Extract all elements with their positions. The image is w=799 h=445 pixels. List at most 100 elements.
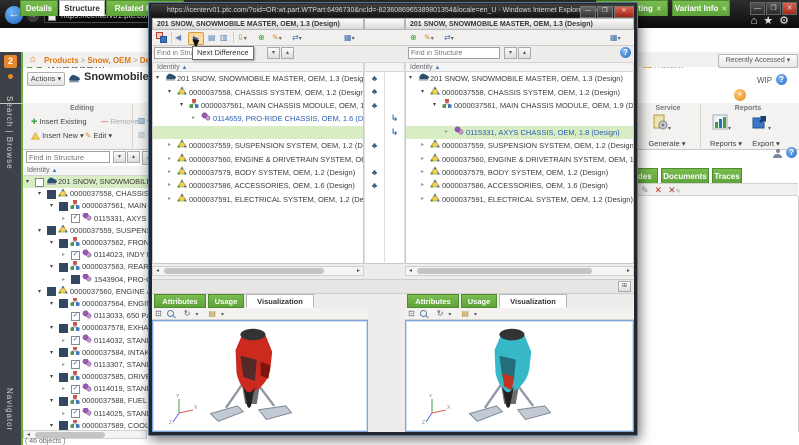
zoom-icon[interactable] [419,309,432,318]
tab-usage[interactable]: Usage [461,294,497,308]
checkbox[interactable]: ✓ [71,250,80,260]
tab-variant-info[interactable]: Variant Info ✕ [672,0,730,16]
expand-icon[interactable]: ▸ [421,193,430,206]
expand-icon[interactable]: ▾ [50,298,59,310]
checkbox[interactable]: ✓ [71,384,80,394]
navigator-badge[interactable]: 2 [4,55,17,68]
tab-visualization[interactable]: Visualization [499,294,567,308]
expand-icon[interactable]: ▸ [421,166,430,179]
tree-row[interactable]: ▸ 0000037579, BODY SYSTEM, OEM, 1.2 (Desi… [153,166,363,179]
find-previous-button[interactable]: ▴ [127,151,140,163]
tab-details[interactable]: Details [20,0,58,16]
compare-structures-icon[interactable] [156,32,167,43]
checkbox[interactable] [59,201,68,211]
find-next-button[interactable]: ▾ [504,47,517,59]
breadcrumb-link[interactable]: Products [44,56,79,65]
insert-part-button[interactable]: ⊕ [258,32,265,43]
edit-part-button[interactable]: ✎▾ [272,32,282,43]
tree-row[interactable]: ▸ 0000037560, ENGINE & DRIVETRAIN SYSTEM,… [406,152,633,165]
expand-icon[interactable]: ▾ [50,237,59,249]
delete-icon[interactable]: ✕ [655,185,663,195]
tree-row[interactable]: ▸ 0000037560, ENGINE & DRIVETRAIN SYSTEM,… [153,152,363,165]
expand-icon[interactable]: ▸ [168,153,177,166]
find-in-structure-input[interactable] [26,151,110,163]
image-options-icon[interactable]: ▤ ▾ [461,309,482,318]
export-list-button[interactable]: ⇩▾ [237,32,247,43]
tab-attributes[interactable]: Attributes [154,294,206,308]
expand-icon[interactable]: ▸ [62,274,71,286]
expand-icon[interactable]: ▸ [62,359,71,371]
expand-icon[interactable]: ▾ [409,72,418,85]
edit-part-button[interactable]: ✎▾ [424,32,434,43]
expand-icon[interactable]: ▸ [168,166,177,179]
expand-icon[interactable]: ▸ [62,383,71,395]
right-find-in-structure-input[interactable] [408,47,500,59]
tree-row[interactable]: ▾ 0000037558, CHASSIS SYSTEM, OEM, 1.2 (D… [406,85,633,98]
expand-icon[interactable]: ▾ [26,176,35,188]
expand-icon[interactable]: ▾ [38,286,47,298]
add-tab-button[interactable]: + [734,89,746,101]
scroll-right-icon[interactable]: ▸ [354,267,363,275]
checkbox[interactable] [59,348,68,358]
scroll-thumb[interactable] [164,268,324,274]
favorites-star-icon[interactable]: ★ [763,15,779,27]
expand-icon[interactable]: ▸ [168,179,177,192]
replace-part-button[interactable]: ⇄▾ [444,32,454,43]
generate-icon[interactable]: ▾ [652,114,671,132]
tree-row[interactable]: ▸ 0000037579, BODY SYSTEM, OEM, 1.2 (Desi… [406,166,633,179]
swap-pane-icon[interactable]: ▥ [220,32,228,43]
scroll-left-icon[interactable]: ◂ [153,267,162,275]
checkbox[interactable] [47,287,56,297]
expand-icon[interactable]: ▸ [421,153,430,166]
expand-icon[interactable]: ▸ [62,249,71,261]
tree-row[interactable] [153,125,363,139]
insert-part-button[interactable]: ⊕ [410,32,417,43]
expand-icon[interactable]: ▸ [421,139,430,152]
expand-icon[interactable]: ▾ [168,86,177,99]
breadcrumb-link[interactable]: Snow, OEM [87,56,131,65]
spin-icon[interactable]: ↻ ▾ [437,309,457,318]
export-icon[interactable]: ▾ [752,114,771,132]
popup-title[interactable]: https://icenterv01.ptc.com/?oid=OR:wt.pa… [151,4,635,17]
find-previous-button[interactable]: ▴ [518,47,531,59]
checkbox[interactable]: ✓ [71,409,80,419]
tree-column-header[interactable]: Identity ▲ [152,62,364,72]
checkbox[interactable]: ✓ [71,360,80,370]
home-icon[interactable]: ⌂ [30,54,36,65]
tree-row[interactable]: ▾ 201 SNOW, SNOWMOBILE MASTER, OEM, 1.3 (… [406,72,633,85]
scroll-right-icon[interactable]: ▸ [624,267,633,275]
generate-button[interactable]: Generate ▾ [636,139,698,148]
tree-row[interactable]: ▸ 0000037586, ACCESSORIES, OEM, 1.6 (Desi… [153,179,363,192]
edit-icon[interactable]: ✎ [641,185,649,195]
edit-button[interactable]: ✎ Edit ▾ [85,131,112,140]
expand-icon[interactable]: ▾ [50,261,59,273]
expand-icon[interactable]: ▾ [38,225,47,237]
find-next-button[interactable]: ▾ [113,151,126,163]
3d-viewport-left[interactable]: Y X Z [152,320,368,432]
horizontal-scrollbar[interactable]: ◂ ▸ [152,266,364,276]
close-tab-icon[interactable]: ✕ [718,6,727,13]
expand-icon[interactable]: ▸ [168,139,177,152]
left-view-columns-button[interactable]: ▦▾ [344,32,355,43]
popup-maximize-button[interactable]: ❐ [597,6,613,18]
tab-usage[interactable]: Usage [208,294,244,308]
checkbox[interactable] [47,189,56,199]
checkbox[interactable] [59,262,68,272]
home-icon[interactable]: ⌂ [751,15,764,27]
tree-row[interactable]: ▾ 0000037561, MAIN CHASSIS MODULE, OEM, 1… [153,99,363,112]
tree-column-header[interactable]: Identity ▲ [23,166,152,176]
tree-row[interactable]: ▸ 0000037559, SUSPENSION SYSTEM, OEM, 1.2… [153,139,363,152]
expand-icon[interactable]: ▸ [192,112,201,125]
right-view-columns-button[interactable]: ▦▾ [610,32,621,43]
tree-row[interactable]: ▾ 0000037558, CHASSIS SYSTEM, OEM, 1.2 (D… [153,85,363,98]
checkbox[interactable]: ✓ [71,336,80,346]
tab-documents[interactable]: Documents [661,168,709,183]
help-icon[interactable]: ? [620,47,631,58]
expand-icon[interactable]: ▾ [50,395,59,407]
tree-row[interactable]: ▸ 0114659, PRO-RIDE CHASSIS, OEM, 1.6 (De… [153,112,363,125]
checkbox[interactable] [59,238,68,248]
popup-close-button[interactable]: ✕ [614,6,634,18]
expand-icon[interactable]: ▾ [433,99,442,112]
image-options-icon[interactable]: ▤ ▾ [208,309,229,318]
export-button[interactable]: Export ▾ [740,139,792,148]
